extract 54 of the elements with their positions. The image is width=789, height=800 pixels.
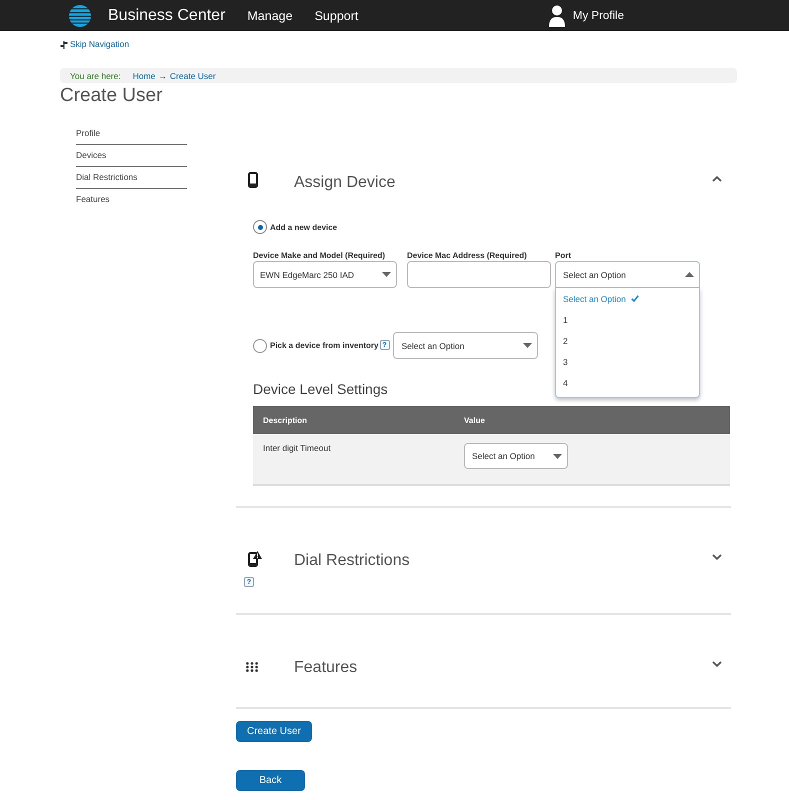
dropdown[interactable]: Select an Option xyxy=(464,443,568,469)
sidebar-link[interactable]: Dial Restrictions xyxy=(76,167,187,189)
dropdown[interactable]: EWN EdgeMarc 250 IAD xyxy=(253,261,397,288)
signpost-icon xyxy=(60,40,68,48)
skip-navigation-link[interactable]: Skip Navigation xyxy=(60,39,130,50)
phone-warning-icon xyxy=(248,551,262,567)
action-button[interactable]: Back xyxy=(236,770,305,791)
dropdown-option[interactable]: 1 xyxy=(556,309,699,330)
field-label: Port xyxy=(555,250,571,261)
breadcrumb-link[interactable]: Create User xyxy=(170,70,216,80)
page-title: Create User xyxy=(60,84,162,108)
nav-link[interactable]: Manage xyxy=(247,8,293,22)
phone-icon xyxy=(248,172,258,188)
section-title: Assign Device xyxy=(294,173,396,193)
text-input-field[interactable] xyxy=(407,261,551,288)
sidebar-link[interactable]: Features xyxy=(76,189,187,210)
radio-label[interactable]: Add a new device xyxy=(270,222,338,232)
breadcrumb-separator: → xyxy=(158,70,167,80)
field-label: Device Mac Address (Required) xyxy=(407,250,527,261)
section-title: Features xyxy=(294,658,358,678)
sidebar-link[interactable]: Profile xyxy=(76,123,187,145)
field-label: Device Make and Model (Required) xyxy=(253,250,386,261)
nav-link[interactable]: Support xyxy=(314,8,358,22)
caret-down-icon xyxy=(522,343,532,348)
chevron-down-icon[interactable] xyxy=(712,661,722,667)
column-header: Value xyxy=(463,416,485,424)
chevron-down-icon[interactable] xyxy=(712,554,722,560)
radio-button[interactable] xyxy=(253,338,267,352)
dropdown-option[interactable]: 3 xyxy=(556,351,699,372)
column-header: Description xyxy=(262,416,308,424)
dropdown-option[interactable]: 4 xyxy=(556,372,699,393)
table-cell: Inter digit Timeout xyxy=(263,443,331,454)
dropdown[interactable]: Select an Option xyxy=(555,261,700,288)
settings-heading: Device Level Settings xyxy=(253,380,388,398)
checkmark-icon xyxy=(630,295,639,302)
caret-down-icon xyxy=(382,272,391,277)
dot-grid-icon xyxy=(246,662,258,672)
caret-down-icon xyxy=(553,454,562,458)
brand-name: Business Center xyxy=(108,6,226,26)
dropdown-option[interactable]: 2 xyxy=(556,330,699,351)
caret-up-icon xyxy=(685,272,694,277)
section-title: Dial Restrictions xyxy=(294,551,410,571)
radio-label[interactable]: Pick a device from inventory xyxy=(270,340,378,351)
radio-button[interactable] xyxy=(253,220,267,234)
breadcrumb-link[interactable]: Home xyxy=(132,70,156,80)
action-button[interactable]: Create User xyxy=(236,721,312,742)
dropdown[interactable]: Select an Option xyxy=(392,332,538,359)
dropdown-option[interactable]: Select an Option xyxy=(556,288,699,309)
person-silhouette-icon xyxy=(548,4,565,26)
chevron-up-icon[interactable] xyxy=(712,176,722,182)
sidebar-link[interactable]: Devices xyxy=(76,145,187,167)
striped-globe-icon[interactable] xyxy=(69,4,91,26)
profile-link[interactable]: My Profile xyxy=(548,4,624,26)
breadcrumb-label: You are here: xyxy=(70,70,121,80)
